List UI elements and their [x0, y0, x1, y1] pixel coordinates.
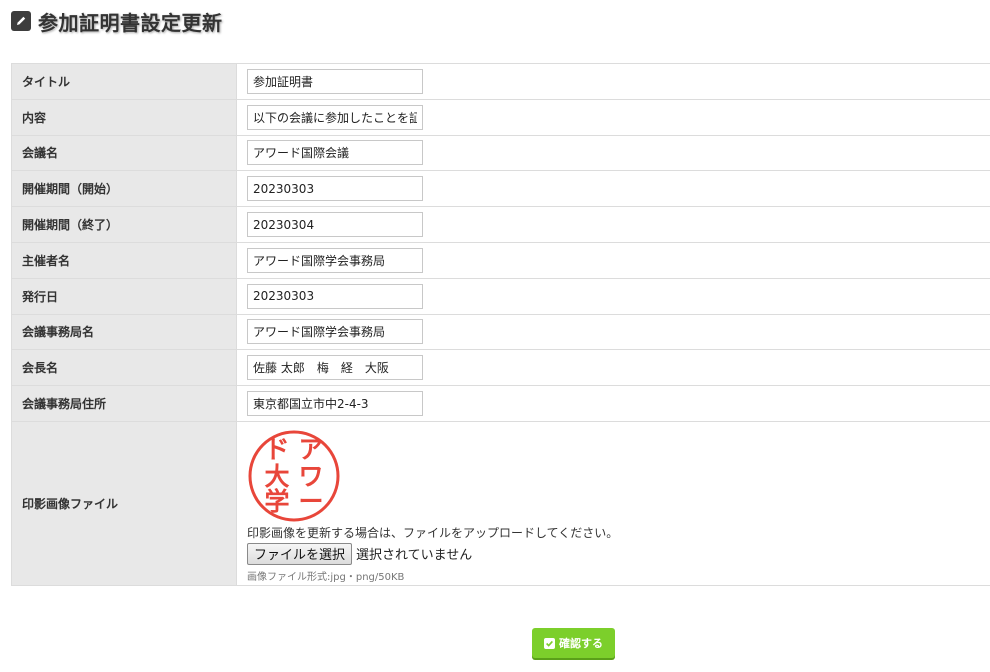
form-row-conference-name: 会議名	[11, 134, 990, 172]
svg-text:学: 学	[264, 487, 289, 516]
choose-file-button[interactable]: ファイルを選択	[247, 542, 353, 565]
field-label-conference-name: 会議名	[11, 134, 237, 172]
start-date-input[interactable]	[247, 176, 423, 202]
check-icon	[544, 637, 555, 649]
field-label-issue-date: 発行日	[11, 277, 237, 315]
confirm-button-label: 確認する	[559, 637, 603, 650]
edit-icon	[11, 11, 31, 31]
field-label-president-name: 会長名	[11, 349, 237, 387]
form-row-end-date: 開催期間（終了）	[11, 206, 990, 243]
file-picker: ファイルを選択 選択されていません	[247, 542, 990, 565]
form-row-title: タイトル	[11, 63, 990, 100]
president-name-input[interactable]	[247, 355, 423, 381]
end-date-input[interactable]	[247, 212, 423, 238]
secretariat-name-input[interactable]	[247, 319, 423, 345]
file-status: 選択されていません	[356, 548, 473, 564]
organizer-input[interactable]	[247, 247, 423, 273]
seal-stamp-image: ア ワ ー ド 大 学	[248, 430, 340, 522]
svg-text:ア: ア	[298, 435, 323, 464]
form-row-issue-date: 発行日	[11, 277, 990, 315]
field-label-start-date: 開催期間（開始）	[11, 170, 237, 208]
settings-form-table: タイトル 内容 会議名 開催期間（開始） 開催期間（終了） 主催者名 発行日	[11, 63, 990, 586]
form-row-start-date: 開催期間（開始）	[11, 170, 990, 208]
upload-note: 印影画像を更新する場合は、ファイルをアップロードしてください。	[247, 525, 619, 540]
secretariat-address-input[interactable]	[247, 391, 423, 417]
form-row-organizer: 主催者名	[11, 241, 990, 279]
format-note: 画像ファイル形式:jpg・png/50KB	[247, 571, 405, 583]
field-label-organizer: 主催者名	[11, 241, 237, 279]
field-label-end-date: 開催期間（終了）	[11, 206, 237, 243]
form-row-secretariat-address: 会議事務局住所	[11, 385, 990, 422]
content-input[interactable]	[247, 104, 423, 130]
page-header: 参加証明書設定更新	[11, 8, 223, 35]
page-title: 参加証明書設定更新	[38, 10, 223, 35]
svg-text:ー: ー	[298, 487, 323, 516]
form-row-seal-image: 印影画像ファイル ア ワ ー ド 大 学 印影画像を更新する場合は、ファイルをア…	[11, 420, 990, 586]
form-row-secretariat-name: 会議事務局名	[11, 313, 990, 351]
field-label-content: 内容	[11, 98, 237, 136]
field-label-secretariat-address: 会議事務局住所	[11, 385, 237, 422]
form-row-content: 内容	[11, 98, 990, 136]
field-label-seal-image: 印影画像ファイル	[11, 420, 237, 586]
conference-name-input[interactable]	[247, 140, 423, 166]
title-input[interactable]	[247, 68, 423, 94]
issue-date-input[interactable]	[247, 283, 423, 309]
field-label-secretariat-name: 会議事務局名	[11, 313, 237, 351]
field-label-title: タイトル	[11, 63, 237, 100]
form-row-president-name: 会長名	[11, 349, 990, 387]
svg-text:ド: ド	[264, 435, 289, 464]
confirm-button[interactable]: 確認する	[532, 628, 615, 658]
